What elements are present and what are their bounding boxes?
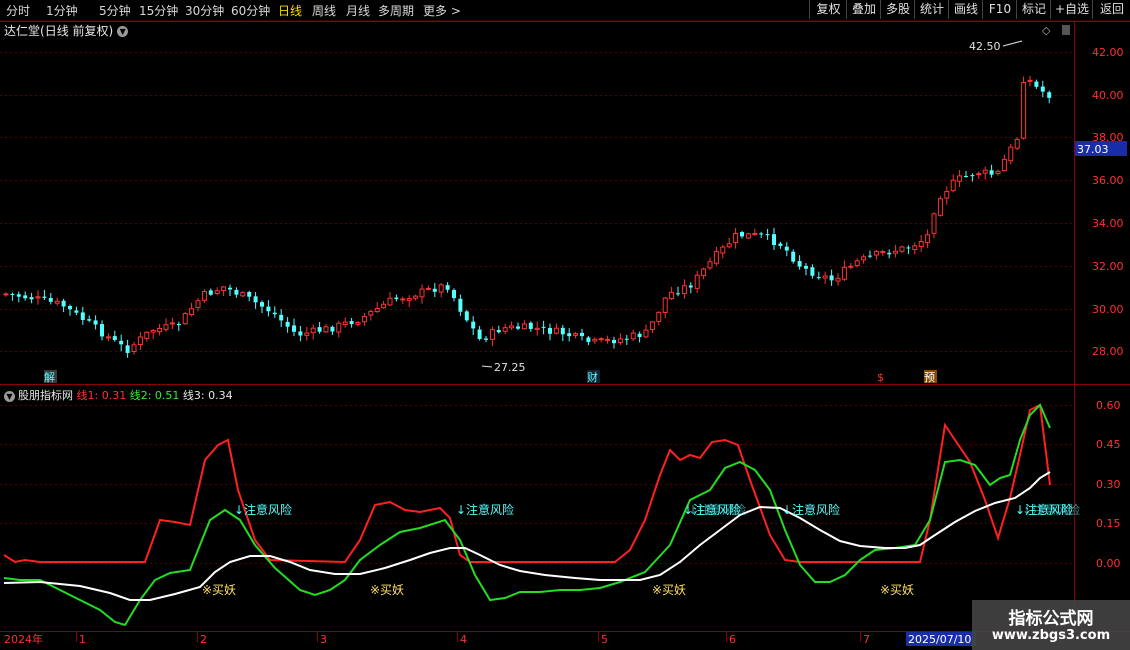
- date-tick-3: 3: [320, 633, 327, 646]
- signal-risk-1: ↓注意风险: [234, 502, 292, 517]
- signal-risk-5: ↓注意风险: [782, 502, 840, 517]
- marker-unlock[interactable]: 解: [44, 370, 55, 384]
- indicator-gridlines: [0, 405, 1074, 564]
- chevron-down-icon[interactable]: ▼: [117, 26, 129, 37]
- line2-value: 线2: 0.51: [129, 389, 180, 402]
- ind-tick-015: 0.15: [1096, 517, 1121, 530]
- price-tick-40: 40.00: [1092, 89, 1124, 102]
- line3-value: 线3: 0.34: [182, 389, 233, 402]
- ind-tick-030: 0.30: [1096, 478, 1121, 491]
- watermark-title: 指标公式网: [1008, 609, 1094, 629]
- marker-finance[interactable]: 财: [587, 370, 598, 384]
- stock-name: 达仁堂: [4, 24, 41, 38]
- marker-forecast[interactable]: 预: [924, 371, 935, 384]
- ind-tick-000: 0.00: [1096, 557, 1121, 570]
- ind-tick-060: 0.60: [1096, 399, 1121, 412]
- price-gridlines: [0, 52, 1074, 352]
- signal-buy-3: ※买妖: [652, 583, 686, 597]
- indicator-line1: [3, 403, 1051, 564]
- price-tick-34: 34.00: [1092, 217, 1124, 230]
- price-tick-32: 32.00: [1092, 260, 1124, 273]
- signal-risk-7: ↓注意风险: [1022, 502, 1080, 517]
- low-price-label: 27.25: [494, 361, 526, 374]
- indicator-name: 股朋指标网: [18, 389, 73, 402]
- high-price-label: 42.50: [969, 40, 1001, 53]
- ind-tick-045: 0.45: [1096, 438, 1121, 451]
- signal-buy-1: ※买妖: [202, 583, 236, 597]
- signal-buy-2: ※买妖: [370, 583, 404, 597]
- signal-buy-4: ※买妖: [880, 583, 914, 597]
- scroll-handle[interactable]: [1062, 25, 1070, 35]
- line1-value: 线1: 0.31: [76, 389, 127, 402]
- current-price-value: 37.03: [1077, 143, 1109, 156]
- chart-canvas[interactable]: 42.00 40.00 38.00 36.00 34.00 32.00 30.0…: [0, 0, 1130, 650]
- candlestick-series[interactable]: [3, 75, 1052, 358]
- signal-risk-4: ↓注意风险: [688, 502, 746, 517]
- date-tick-1: 1: [79, 633, 86, 646]
- date-tick-4: 4: [460, 633, 467, 646]
- marker-dividend[interactable]: $: [877, 371, 884, 384]
- watermark: 指标公式网 www.zbgs3.com: [972, 600, 1130, 650]
- low-price-arrow: [481, 365, 493, 368]
- signal-risk-2: ↓注意风险: [456, 502, 514, 517]
- price-tick-28: 28.00: [1092, 345, 1124, 358]
- price-tick-30: 30.00: [1092, 303, 1124, 316]
- stock-title: 达仁堂(日线 前复权) ▼: [4, 22, 129, 39]
- price-tick-42: 42.00: [1092, 46, 1124, 59]
- date-tick-6: 6: [729, 633, 736, 646]
- indicator-line3: [3, 471, 1051, 601]
- cursor-date-label: 2025/07/10: [908, 633, 971, 646]
- high-price-arrow: [1002, 40, 1023, 47]
- date-tick-5: 5: [601, 633, 608, 646]
- date-tick-2: 2: [200, 633, 207, 646]
- date-tick-7: 7: [863, 633, 870, 646]
- price-tick-36: 36.00: [1092, 174, 1124, 187]
- chart-mode: (日线 前复权): [40, 24, 114, 38]
- chevron-down-icon[interactable]: ▼: [4, 390, 15, 402]
- date-tick-year: 2024年: [4, 632, 43, 646]
- indicator-title: ▼ 股朋指标网 线1: 0.31 线2: 0.51 线3: 0.34: [4, 387, 233, 403]
- diamond-icon[interactable]: ◇: [1042, 24, 1051, 37]
- watermark-url: www.zbgs3.com: [991, 628, 1111, 643]
